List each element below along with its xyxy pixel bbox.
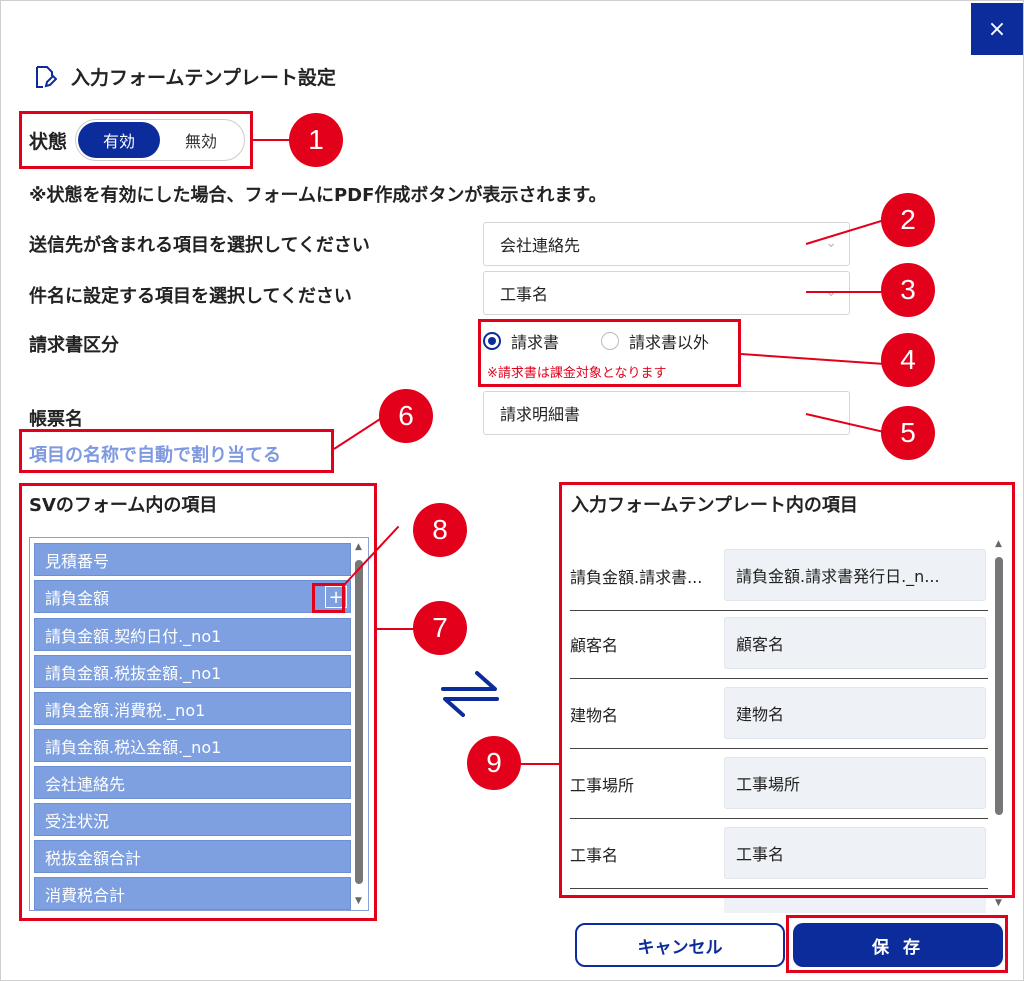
- radio-non-invoice-label: 請求書以外: [629, 333, 710, 352]
- document-edit-icon: [36, 65, 57, 88]
- chevron-down-icon: ⌄: [825, 284, 837, 300]
- mapping-value-field[interactable]: 工事場所: [724, 757, 986, 809]
- close-button[interactable]: ×: [971, 3, 1023, 55]
- mapping-row: 工事名 工事名: [570, 819, 988, 889]
- recipient-select[interactable]: 会社連絡先 ⌄: [483, 222, 850, 266]
- auto-assign-link[interactable]: 項目の名称で自動で割り当てる: [29, 441, 281, 467]
- list-item[interactable]: 税抜金額合計: [34, 840, 351, 873]
- mapping-row: 請負金額.請求書... 請負金額.請求書発行日._n...: [570, 541, 988, 611]
- invoice-type-radio-group: 請求書 請求書以外: [483, 329, 709, 353]
- list-item[interactable]: 請負金額.消費税._no1: [34, 692, 351, 725]
- sv-form-items-list: 見積番号 請負金額 + 請負金額.契約日付._no1 請負金額.税抜金額._no…: [29, 537, 369, 911]
- annotation-badge-6: 6: [379, 389, 433, 443]
- radio-invoice[interactable]: [483, 332, 501, 350]
- save-button[interactable]: 保 存: [793, 923, 1003, 967]
- template-settings-dialog: × 入力フォームテンプレート設定 状態 有効 無効 ※状態を有効にした場合、フォ…: [0, 0, 1024, 981]
- mapping-row: 工事場所 工事場所: [570, 749, 988, 819]
- template-items-list: 請負金額.請求書... 請負金額.請求書発行日._n... 顧客名 顧客名 建物…: [562, 533, 1010, 913]
- annotation-badge-4: 4: [881, 333, 935, 387]
- status-off-button[interactable]: 無効: [160, 122, 242, 158]
- subject-label: 件名に設定する項目を選択してください: [29, 286, 352, 307]
- list-item[interactable]: 消費税合計: [34, 877, 351, 910]
- annotation-badge-3: 3: [881, 263, 935, 317]
- form-name-label: 帳票名: [29, 409, 83, 430]
- list-item[interactable]: 請負金額 +: [34, 580, 351, 613]
- radio-non-invoice[interactable]: [601, 332, 620, 350]
- right-scrollbar-thumb[interactable]: [995, 557, 1003, 815]
- mapping-label: 顧客名: [570, 636, 619, 655]
- scroll-down-arrow[interactable]: ▼: [995, 898, 1002, 908]
- annotation-line-7: [377, 628, 415, 630]
- mapping-value-partial: [724, 895, 986, 913]
- list-item[interactable]: 会社連絡先: [34, 766, 351, 799]
- mapping-label: 工事名: [570, 846, 619, 865]
- mapping-row: 建物名 建物名: [570, 679, 988, 749]
- status-row: 状態 有効 無効: [29, 119, 246, 161]
- mapping-value-field[interactable]: 工事名: [724, 827, 986, 879]
- mapping-value-field[interactable]: 請負金額.請求書発行日._n...: [724, 549, 986, 601]
- annotation-line-1: [253, 139, 291, 141]
- annotation-badge-8: 8: [413, 503, 467, 557]
- scroll-down-arrow[interactable]: ▼: [355, 896, 362, 906]
- status-label: 状態: [29, 130, 68, 153]
- annotation-line-9: [521, 763, 559, 765]
- mapping-label: 請負金額.請求書...: [570, 568, 703, 587]
- radio-invoice-label: 請求書: [511, 333, 560, 352]
- invoice-type-note: ※請求書は課金対象となります: [487, 366, 667, 381]
- list-item[interactable]: 見積番号: [34, 543, 351, 576]
- mapping-label: 建物名: [570, 706, 619, 725]
- invoice-type-label: 請求書区分: [29, 335, 119, 356]
- status-note: ※状態を有効にした場合、フォームにPDF作成ボタンが表示されます。: [29, 185, 607, 206]
- list-item[interactable]: 受注状況: [34, 803, 351, 836]
- list-item[interactable]: 請負金額.税抜金額._no1: [34, 655, 351, 688]
- subject-select[interactable]: 工事名 ⌄: [483, 271, 850, 315]
- annotation-line-4: [740, 353, 885, 366]
- annotation-badge-7: 7: [413, 601, 467, 655]
- right-panel-title: 入力フォームテンプレート内の項目: [571, 495, 858, 516]
- close-icon: ×: [987, 16, 1007, 42]
- status-on-button[interactable]: 有効: [78, 122, 161, 158]
- annotation-badge-5: 5: [881, 406, 935, 460]
- left-panel-title: SVのフォーム内の項目: [29, 495, 218, 516]
- form-name-value: 請求明細書: [500, 405, 581, 424]
- status-toggle: 有効 無効: [75, 119, 246, 161]
- form-name-input[interactable]: 請求明細書: [483, 391, 850, 435]
- scroll-up-arrow[interactable]: ▲: [995, 539, 1002, 549]
- mapping-value-field[interactable]: 建物名: [724, 687, 986, 739]
- chevron-down-icon: ⌄: [825, 235, 837, 251]
- subject-value: 工事名: [500, 285, 549, 304]
- mapping-row: 顧客名 顧客名: [570, 609, 988, 679]
- dialog-title: 入力フォームテンプレート設定: [71, 67, 336, 89]
- scroll-up-arrow[interactable]: ▲: [355, 542, 362, 552]
- cancel-button[interactable]: キャンセル: [575, 923, 785, 967]
- annotation-badge-2: 2: [881, 193, 935, 247]
- left-scrollbar-thumb[interactable]: [355, 560, 363, 884]
- mapping-value-field[interactable]: 顧客名: [724, 617, 986, 669]
- list-item[interactable]: 請負金額.契約日付._no1: [34, 618, 351, 651]
- swap-arrows-icon: [441, 671, 499, 717]
- annotation-badge-1: 1: [289, 113, 343, 167]
- mapping-label: 工事場所: [570, 776, 635, 795]
- annotation-badge-9: 9: [467, 736, 521, 790]
- recipient-value: 会社連絡先: [500, 236, 581, 255]
- add-item-button[interactable]: +: [325, 586, 347, 608]
- list-item[interactable]: 請負金額.税込金額._no1: [34, 729, 351, 762]
- recipient-label: 送信先が含まれる項目を選択してください: [29, 235, 370, 256]
- dialog-header: 入力フォームテンプレート設定: [33, 63, 336, 90]
